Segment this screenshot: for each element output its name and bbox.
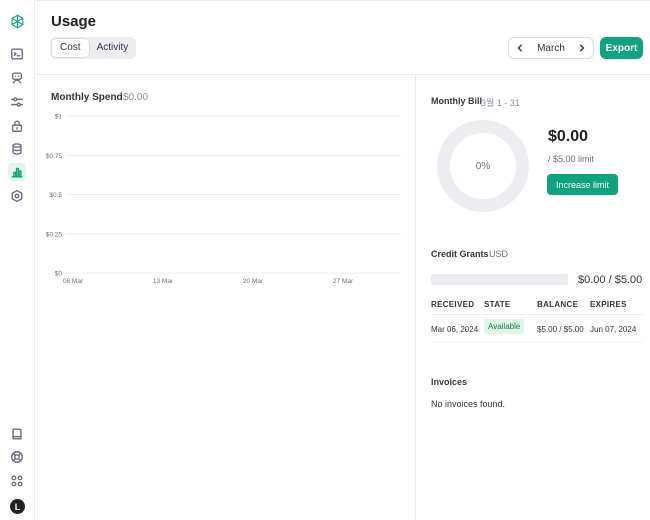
usage-chart-icon[interactable] xyxy=(8,163,26,181)
x-tick-label: 13 Mar xyxy=(153,278,174,285)
top-border xyxy=(36,0,650,3)
apps-icon[interactable] xyxy=(8,472,26,490)
bill-percent: 0% xyxy=(475,160,491,172)
bill-limit: / $5.00 limit xyxy=(548,154,595,164)
expires-date: Jun 07, 2024 xyxy=(590,325,637,334)
database-icon[interactable] xyxy=(8,140,26,158)
x-tick-label: 06 Mar xyxy=(63,278,84,285)
tab-activity[interactable]: Activity xyxy=(89,39,137,57)
monthly-spend-amount: $0.00 xyxy=(123,92,149,103)
tab-group: Cost Activity xyxy=(50,37,136,59)
terminal-icon[interactable] xyxy=(8,45,26,63)
lock-icon[interactable] xyxy=(8,117,26,135)
monthly-spend-title: Monthly Spend xyxy=(51,92,123,103)
table-row: Mar 06, 2024 Available $5.00 / $5.00 Jun… xyxy=(431,315,643,343)
credit-grants-progress xyxy=(431,274,568,285)
received-date: Mar 06, 2024 xyxy=(431,325,479,334)
monthly-bill-range: 3월 1 - 31 xyxy=(481,98,520,108)
credit-grants-amount: $0.00 / $5.00 xyxy=(578,274,643,286)
credit-grants-table: RECEIVED STATE BALANCE EXPIRES Mar 06, 2… xyxy=(431,298,643,343)
sliders-icon[interactable] xyxy=(8,93,26,111)
column-divider xyxy=(415,75,416,520)
x-tick-label: 20 Mar xyxy=(243,278,264,285)
help-icon[interactable] xyxy=(8,448,26,466)
invoices-title: Invoices xyxy=(431,377,468,387)
book-icon[interactable] xyxy=(8,425,26,443)
header-divider xyxy=(36,74,650,75)
tab-cost[interactable]: Cost xyxy=(52,39,89,57)
balance-cell: $5.00 / $5.00 xyxy=(537,325,584,334)
month-label: March xyxy=(537,42,565,54)
x-tick-label: 27 Mar xyxy=(333,278,354,285)
column-header-state: STATE xyxy=(484,300,511,309)
increase-limit-button[interactable]: Increase limit xyxy=(547,174,618,195)
monthly-spend-chart: $0 $0.25 $0.5 $0.75 $1 06 Mar 13 Mar 20 Mar 27 M… xyxy=(46,114,401,285)
openai-logo-icon[interactable] xyxy=(8,12,26,30)
status-badge: Available xyxy=(484,319,525,334)
y-tick-label: $0.25 xyxy=(46,231,63,238)
bill-amount: $0.00 xyxy=(548,128,589,145)
column-header-expires: EXPIRES xyxy=(590,300,627,309)
state-cell: Available xyxy=(484,319,525,334)
table-header: RECEIVED STATE BALANCE EXPIRES xyxy=(431,298,643,315)
settings-icon[interactable] xyxy=(8,187,26,205)
column-header-received: RECEIVED xyxy=(431,300,475,309)
chevron-right-icon[interactable] xyxy=(577,43,587,53)
credit-grants-currency: USD xyxy=(489,249,509,259)
bill-donut-chart: 0% xyxy=(437,120,529,212)
export-button[interactable]: Export xyxy=(600,37,643,59)
y-tick-label: $0.75 xyxy=(46,153,63,160)
credit-grants-title: Credit Grants xyxy=(431,249,489,259)
y-tick-label: $0 xyxy=(55,271,63,278)
y-tick-label: $0.5 xyxy=(49,192,62,199)
invoices-empty-message: No invoices found. xyxy=(431,399,506,409)
y-tick-label: $1 xyxy=(55,114,63,121)
column-header-balance: BALANCE xyxy=(537,300,579,309)
page-title: Usage xyxy=(51,13,97,30)
sidebar: L xyxy=(0,0,35,520)
avatar[interactable]: L xyxy=(10,499,25,514)
chevron-left-icon[interactable] xyxy=(515,43,525,53)
assistant-icon[interactable] xyxy=(8,69,26,87)
monthly-bill-title: Monthly Bill xyxy=(431,96,482,106)
month-picker: March xyxy=(508,37,594,59)
